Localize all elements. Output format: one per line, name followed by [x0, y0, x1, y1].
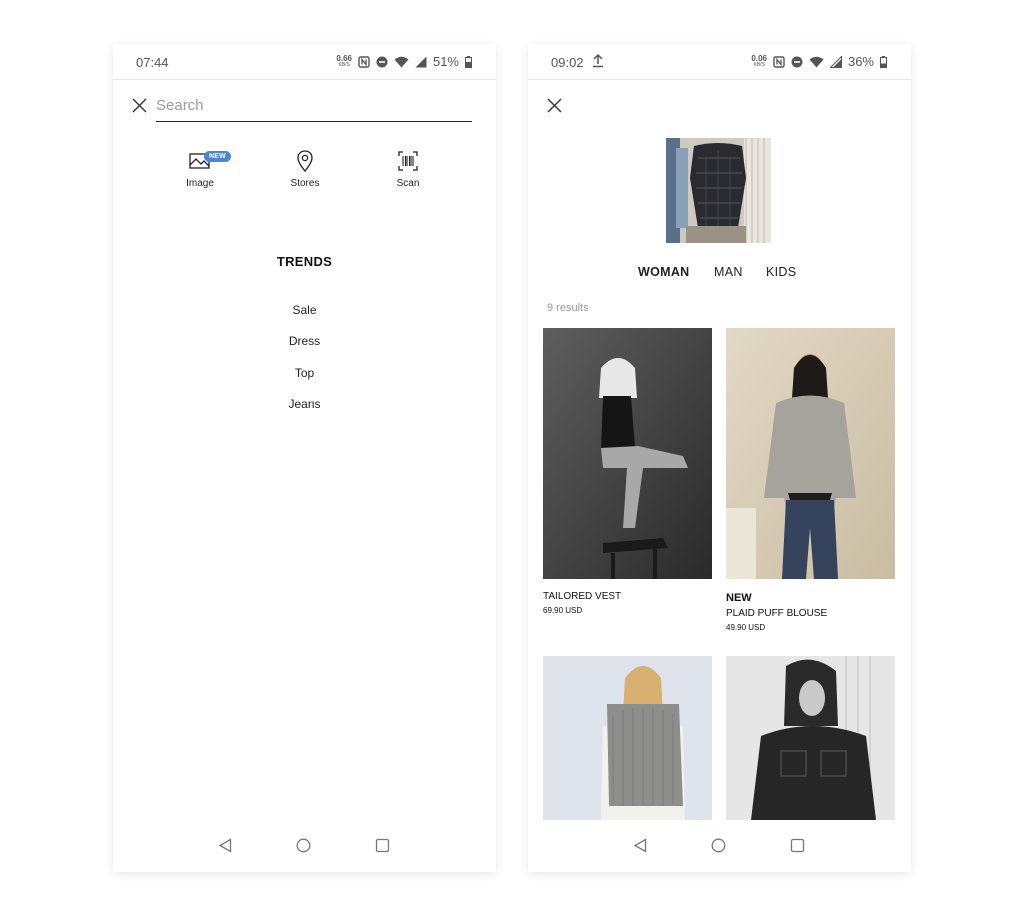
results-count: 9 results [547, 302, 589, 314]
location-pin-icon [297, 150, 313, 172]
recents-icon[interactable] [375, 838, 390, 853]
wifi-icon [394, 56, 409, 67]
battery-icon [465, 55, 472, 68]
network-speed: 0.66 KB/S [336, 54, 352, 68]
nfc-icon [773, 55, 785, 68]
stores-label: Stores [290, 178, 320, 189]
image-search-button[interactable]: NEW Image [170, 149, 231, 189]
product-image-tailored-vest[interactable] [543, 328, 712, 579]
nfc-icon [358, 55, 370, 68]
status-time: 09:02 [551, 55, 584, 70]
search-photo-thumbnail[interactable] [666, 138, 771, 243]
wifi-icon [809, 56, 824, 67]
status-icons: 0.66 KB/S 51% [336, 54, 472, 69]
product-image-4[interactable] [726, 656, 895, 820]
product-price-2: 49.90 USD [726, 623, 766, 632]
barcode-scan-icon [398, 151, 418, 171]
search-bar [156, 94, 472, 122]
scan-button[interactable]: Scan [378, 149, 438, 189]
trend-item-sale[interactable]: Sale [113, 303, 496, 317]
product-image-plaid-puff-blouse[interactable] [726, 328, 895, 579]
back-icon[interactable] [633, 838, 648, 853]
android-nav-bar [113, 822, 496, 872]
status-time: 07:44 [136, 55, 169, 70]
new-badge: NEW [726, 592, 752, 604]
search-input[interactable] [156, 94, 472, 114]
upload-icon [593, 54, 603, 68]
status-bar: 09:02 0.06 KB/S 36% [528, 44, 911, 80]
battery-percent: 51% [432, 54, 459, 69]
trends-title: TRENDS [276, 254, 333, 269]
stores-button[interactable]: Stores [275, 149, 335, 189]
home-icon[interactable] [296, 838, 311, 853]
status-icons: 0.06 KB/S 36% [751, 54, 887, 69]
close-icon[interactable] [132, 98, 147, 113]
home-icon[interactable] [711, 838, 726, 853]
search-photo-image [666, 138, 771, 243]
tab-kids[interactable]: KIDS [766, 265, 796, 279]
new-badge: NEW [204, 151, 231, 162]
android-nav-bar [528, 822, 911, 872]
do-not-disturb-icon [791, 56, 803, 67]
battery-icon [880, 55, 887, 68]
product-image-3[interactable] [543, 656, 712, 820]
search-screen: 07:44 0.66 KB/S 51% NEW Image Stores Sca… [113, 44, 496, 872]
recents-icon[interactable] [790, 838, 805, 853]
network-speed: 0.06 KB/S [751, 54, 767, 68]
product-price-1: 69.90 USD [543, 606, 583, 615]
visual-search-results-screen: 09:02 0.06 KB/S 36% WOMAN MAN KIDS 9 res… [528, 44, 911, 872]
status-bar: 07:44 0.66 KB/S 51% [113, 44, 496, 80]
do-not-disturb-icon [376, 56, 388, 67]
close-icon[interactable] [547, 98, 562, 113]
back-icon[interactable] [218, 838, 233, 853]
tab-woman[interactable]: WOMAN [638, 265, 690, 279]
battery-percent: 36% [847, 54, 874, 69]
image-label: Image [186, 178, 214, 189]
trend-item-top[interactable]: Top [113, 366, 496, 380]
product-name-1[interactable]: TAILORED VEST [543, 591, 621, 602]
cell-signal-icon [415, 56, 427, 67]
product-name-2[interactable]: PLAID PUFF BLOUSE [726, 608, 827, 619]
trend-item-jeans[interactable]: Jeans [113, 397, 496, 411]
trend-item-dress[interactable]: Dress [113, 334, 496, 348]
tab-man[interactable]: MAN [714, 265, 743, 279]
scan-label: Scan [396, 178, 420, 189]
cell-signal-icon [829, 55, 842, 68]
